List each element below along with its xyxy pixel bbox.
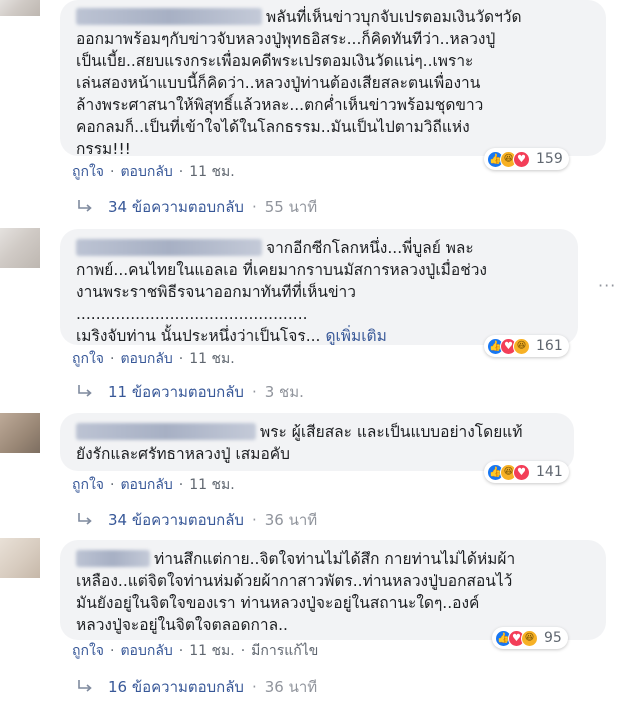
heart-icon: ♥ [513,150,530,168]
replies-time: 36 นาที [264,678,318,696]
edited-label[interactable]: มีการแก้ไข [251,640,318,662]
comment-text-line: มันยังอยู่ในจิตใจของเรา ท่านหลวงปู่จะอยู… [76,594,480,612]
like-link[interactable]: ถูกใจ [72,161,104,183]
timestamp[interactable]: 11 ชม. [189,474,234,496]
comment-text-line: งานพระราชพิธีรจนาออกมาทันทีที่เห็นข่าว [76,283,356,301]
like-link[interactable]: ถูกใจ [72,348,104,370]
comment-bubble: จากอีกซีกโลกหนึ่ง...พี่บูลย์ พละ กาพย์..… [60,229,578,345]
replies-count[interactable]: 11 ข้อความตอบกลับ [108,380,244,404]
replies-time: 55 นาที [264,198,318,216]
timestamp[interactable]: 11 ชม. [189,640,234,662]
reaction-summary[interactable]: 👍 ♥ 😆 95 [492,627,568,649]
comment-text-line: เหลือง..แต่จิตใจท่านห่มด้วยผ้ากาสาวพัตร.… [76,572,513,590]
reaction-count: 141 [536,464,563,480]
reaction-summary[interactable]: 👍 😆 ♥ 159 [484,148,569,170]
reply-link[interactable]: ตอบกลับ [120,640,172,662]
reply-arrow-icon [78,200,92,212]
reaction-summary[interactable]: 👍 ♥ 😆 161 [484,335,569,357]
commenter-avatar[interactable] [0,538,40,578]
reaction-count: 95 [544,630,562,646]
comment-text-line: พลันที่เห็นข่าวบุกจับเปรตอมเงินวัดฯวัด [266,8,522,26]
replies-count[interactable]: 34 ข้อความตอบกลับ [108,195,244,219]
comment-text-line: ยังรักและศรัทธาหลวงปู่ เสมอคับ [76,445,290,463]
reply-link[interactable]: ตอบกลับ [120,348,172,370]
comment-bubble: พลันที่เห็นข่าวบุกจับเปรตอมเงินวัดฯวัด อ… [60,0,606,158]
replies-time: 3 ชม. [264,383,304,401]
commenter-avatar[interactable] [0,228,40,268]
comment-text-line: เมริงจับท่าน นั้นประหนึ่งว่าเป็นโจร... [76,327,321,345]
timestamp[interactable]: 11 ชม. [189,161,234,183]
commenter-name[interactable] [76,8,262,25]
commenter-name[interactable] [76,423,256,440]
reaction-count: 161 [536,338,563,354]
reply-arrow-icon [78,680,92,692]
commenter-avatar[interactable] [0,0,40,16]
view-replies-link[interactable]: 11 ข้อความตอบกลับ · 3 ชม. [76,380,304,404]
comment-text-line: กรรม!!! [76,140,131,158]
comment-text-line: ออกมาพร้อมๆกับข่าวจับหลวงปู่พุทธอิสระ...… [76,30,496,48]
commenter-avatar[interactable] [0,413,40,453]
view-replies-link[interactable]: 34 ข้อความตอบกลับ · 55 นาที [76,195,317,219]
commenter-name[interactable] [76,550,150,567]
replies-time: 36 นาที [264,511,318,529]
commenter-name[interactable] [76,239,262,256]
view-replies-link[interactable]: 34 ข้อความตอบกลับ · 36 นาที [76,508,317,532]
replies-count[interactable]: 16 ข้อความตอบกลับ [108,675,244,699]
comment-text-line: จากอีกซีกโลกหนึ่ง...พี่บูลย์ พละ [266,239,474,257]
like-link[interactable]: ถูกใจ [72,640,104,662]
view-replies-link[interactable]: 16 ข้อความตอบกลับ · 36 นาที [76,675,317,699]
comment-text-line: เล่นสองหน้าแบบนี้ก็คิดว่า..หลวงปู่ท่านต้… [76,74,481,92]
comment-text-line: ล้างพระศาสนาให้พิสุทธิ์แล้วหละ...ตกค่ำเห… [76,96,484,114]
comment-text-line: หลวงปู่จะอยู่ในจิตใจตลอดกาล.. [76,616,288,634]
comment-text-line: ท่านสึกแต่กาย..จิตใจท่านไม่ได้สึก กายท่า… [154,550,516,568]
comment-text-line: กาพย์...คนไทยในแอลเอ ที่เคยมากราบนมัสการ… [76,261,487,279]
reply-link[interactable]: ตอบกลับ [120,474,172,496]
timestamp[interactable]: 11 ชม. [189,348,234,370]
comment-options-icon[interactable]: ··· [598,276,616,295]
heart-icon: ♥ [513,463,530,481]
reaction-count: 159 [536,151,563,167]
comment-actions: ถูกใจ · ตอบกลับ · 11 ชม. [72,348,235,370]
comment-text-line: คอกลมก็..เป็นที่เข้าใจได้ในโลกธรรม..มันเ… [76,118,470,136]
reaction-summary[interactable]: 👍 😆 ♥ 141 [484,461,569,483]
comment-text-line: พระ ผู้เสียสละ และเป็นแบบอย่างโดยแท้ [260,423,523,441]
comment-actions: ถูกใจ · ตอบกลับ · 11 ชม. [72,474,235,496]
comment-actions: ถูกใจ · ตอบกลับ · 11 ชม. · มีการแก้ไข [72,640,318,662]
see-more-link[interactable]: ดูเพิ่มเติม [325,327,386,345]
comment-bubble: ท่านสึกแต่กาย..จิตใจท่านไม่ได้สึก กายท่า… [60,540,606,640]
laughing-face-icon: 😆 [513,337,530,355]
comment-text-line: เป็นเบี้ย..สยบแรงกระเพื่อมคดีพระเปรตอมเง… [76,52,474,70]
laughing-face-icon: 😆 [521,629,538,647]
reply-arrow-icon [78,513,92,525]
reply-arrow-icon [78,385,92,397]
comment-actions: ถูกใจ · ตอบกลับ · 11 ชม. [72,161,235,183]
replies-count[interactable]: 34 ข้อความตอบกลับ [108,508,244,532]
reply-link[interactable]: ตอบกลับ [120,161,172,183]
comment-text-line: ........................................… [76,305,308,323]
like-link[interactable]: ถูกใจ [72,474,104,496]
